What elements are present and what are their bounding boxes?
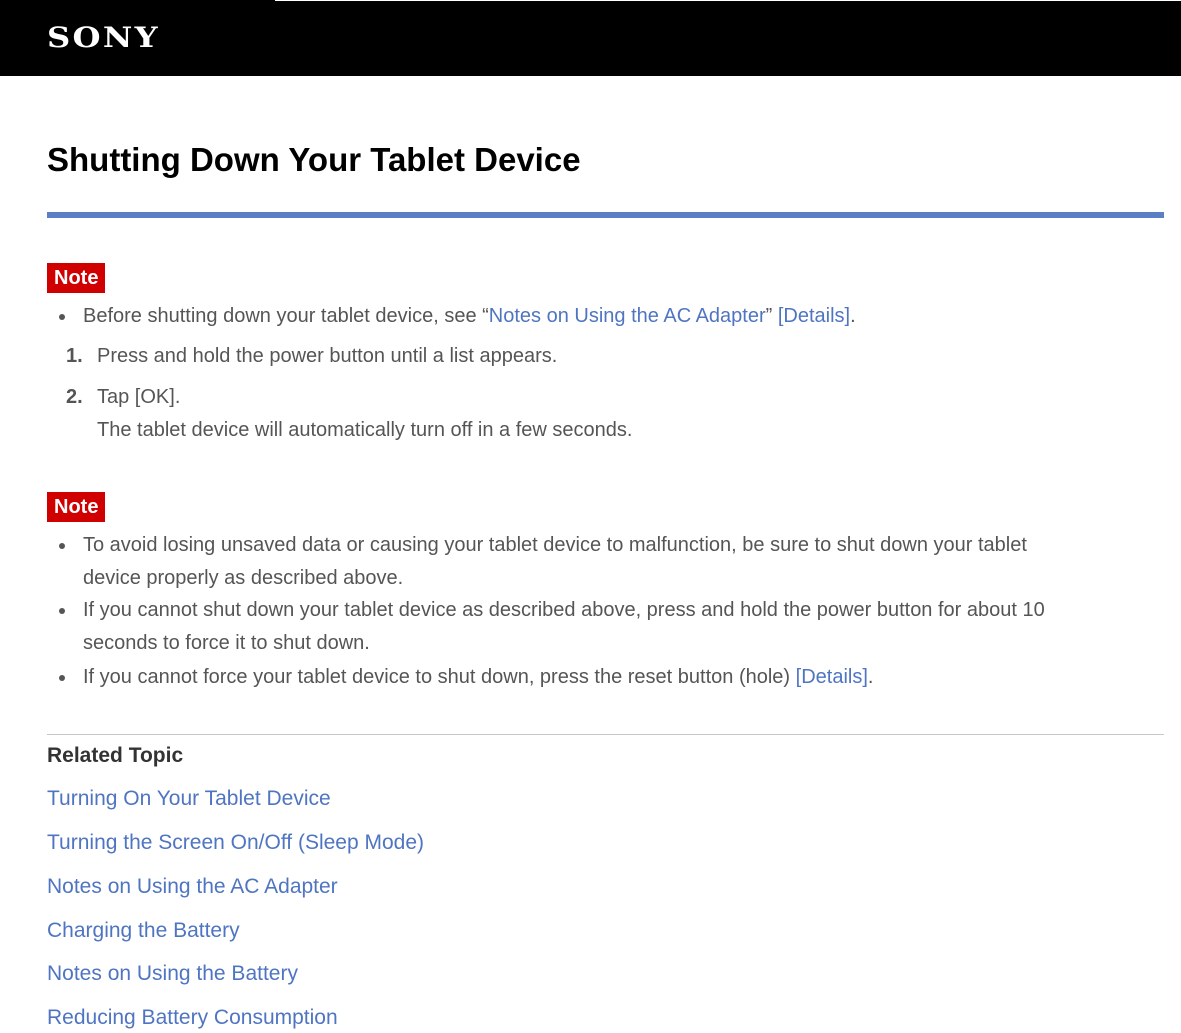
- site-header: SONY: [0, 0, 1181, 76]
- bullet-icon: [59, 608, 65, 614]
- details-link[interactable]: [Details]: [778, 305, 850, 327]
- related-link-ac-adapter[interactable]: Notes on Using the AC Adapter: [47, 872, 338, 902]
- section-divider: [47, 734, 1164, 735]
- bullet-icon: [59, 314, 65, 320]
- bullet-icon: [59, 543, 65, 549]
- related-link-battery-notes[interactable]: Notes on Using the Battery: [47, 959, 298, 989]
- note-bullet-text: Before shutting down your tablet device,…: [83, 305, 856, 327]
- bullet-icon: [59, 675, 65, 681]
- related-link-turning-on[interactable]: Turning On Your Tablet Device: [47, 784, 331, 814]
- header-top-line: [275, 0, 1181, 1]
- ac-adapter-notes-link[interactable]: Notes on Using the AC Adapter: [489, 305, 766, 327]
- related-link-charging[interactable]: Charging the Battery: [47, 916, 240, 946]
- details-link[interactable]: [Details]: [796, 666, 868, 688]
- step-text: Press and hold the power button until a …: [97, 345, 558, 367]
- step-number: 1.: [66, 345, 83, 367]
- note-bullet-text: If you cannot force your tablet device t…: [83, 666, 874, 688]
- sony-logo: SONY: [47, 21, 160, 54]
- step-subtext: The tablet device will automatically tur…: [97, 419, 633, 441]
- note-bullet-text: To avoid losing unsaved data or causing …: [83, 534, 1027, 589]
- step-text: Tap [OK]. The tablet device will automat…: [97, 381, 1147, 447]
- note-badge: Note: [47, 263, 106, 293]
- page-title: Shutting Down Your Tablet Device: [47, 141, 581, 178]
- related-topic-heading: Related Topic: [47, 744, 184, 767]
- title-underline: [47, 212, 1164, 218]
- related-link-sleep-mode[interactable]: Turning the Screen On/Off (Sleep Mode): [47, 828, 424, 858]
- step-number: 2.: [66, 386, 83, 408]
- note-bullet-text: If you cannot shut down your tablet devi…: [83, 599, 1045, 654]
- note-badge: Note: [47, 492, 106, 522]
